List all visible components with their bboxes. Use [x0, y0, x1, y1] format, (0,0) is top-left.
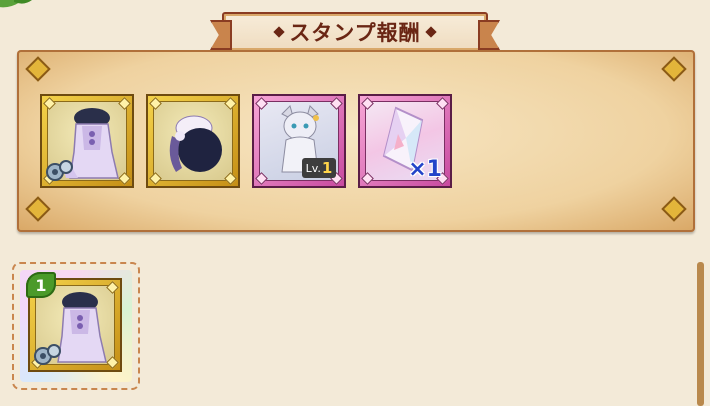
reward-item-character[interactable]: Lv. 1 — [252, 94, 346, 188]
title-row: スタンプ報酬 — [273, 17, 437, 47]
corner-gem-icon — [25, 196, 51, 222]
gear-badge-icon — [34, 344, 61, 365]
leaf-decoration-icon — [0, 0, 32, 8]
page-title: スタンプ報酬 — [289, 21, 421, 45]
level-badge: Lv. 1 — [302, 158, 336, 178]
reward-item-hat[interactable] — [146, 94, 240, 188]
ribbon-right — [478, 20, 500, 50]
gear-badge-icon — [46, 160, 73, 181]
corner-gem-icon — [25, 56, 51, 82]
ribbon-left — [210, 20, 232, 50]
reward-item-outfit[interactable] — [40, 94, 134, 188]
dark-hat-icon — [169, 115, 222, 172]
title-banner: スタンプ報酬 — [210, 12, 500, 52]
level-value: 1 — [321, 159, 333, 177]
diamond-right-icon — [425, 26, 437, 38]
level-prefix: Lv. — [305, 161, 321, 175]
stamp-card[interactable]: 1 — [12, 262, 140, 390]
diamond-left-icon — [273, 26, 285, 38]
reward-item-gem[interactable]: ×1 — [358, 94, 452, 188]
stamp-number-badge: 1 — [26, 272, 56, 298]
quantity-label: ×1 — [408, 157, 442, 182]
corner-gem-icon — [661, 196, 687, 222]
scrollbar[interactable] — [697, 262, 704, 406]
corner-gem-icon — [661, 56, 687, 82]
